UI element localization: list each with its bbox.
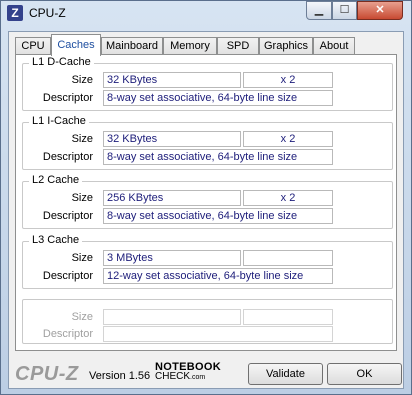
tab-mainboard[interactable]: Mainboard bbox=[101, 37, 163, 55]
l2-size-value: 256 KBytes bbox=[103, 190, 241, 206]
l3-cache-group: L3 Cache Size 3 MBytes Descriptor 12-way… bbox=[22, 234, 393, 289]
l2-cache-title: L2 Cache bbox=[29, 174, 83, 186]
l1d-descriptor-value: 8-way set associative, 64-byte line size bbox=[103, 90, 333, 106]
minimize-button[interactable]: ▁ bbox=[306, 1, 332, 20]
notebookcheck-logo: NOTEBOOK CHECK.com bbox=[155, 362, 221, 383]
tab-about[interactable]: About bbox=[313, 37, 355, 55]
l2-cache-group: L2 Cache Size 256 KBytes x 2 Descriptor … bbox=[22, 174, 393, 229]
empty-descriptor-value bbox=[103, 326, 333, 342]
l1i-size-value: 32 KBytes bbox=[103, 131, 241, 147]
l1d-cache-title: L1 D-Cache bbox=[29, 56, 94, 68]
l1d-cache-group: L1 D-Cache Size 32 KBytes x 2 Descriptor… bbox=[22, 56, 393, 111]
l1i-cache-title: L1 I-Cache bbox=[29, 115, 89, 127]
cpuz-app-icon: Z bbox=[7, 5, 23, 21]
ok-button[interactable]: OK bbox=[327, 363, 402, 385]
l3-descriptor-label: Descriptor bbox=[42, 270, 93, 282]
empty-cache-group: Size Descriptor bbox=[22, 299, 393, 344]
title-bar[interactable]: Z CPU-Z ▁ ☐ ✕ bbox=[1, 1, 411, 25]
l2-descriptor-label: Descriptor bbox=[42, 210, 93, 222]
maximize-button[interactable]: ☐ bbox=[332, 1, 357, 20]
l1i-size-label: Size bbox=[71, 133, 93, 145]
tab-caches[interactable]: Caches bbox=[51, 34, 101, 56]
l3-cache-title: L3 Cache bbox=[29, 234, 83, 246]
l3-count-value bbox=[243, 250, 333, 266]
l1d-descriptor-label: Descriptor bbox=[42, 92, 93, 104]
l1i-descriptor-value: 8-way set associative, 64-byte line size bbox=[103, 149, 333, 165]
l1d-size-value: 32 KBytes bbox=[103, 72, 241, 88]
validate-button[interactable]: Validate bbox=[248, 363, 323, 385]
window-title: CPU-Z bbox=[29, 6, 66, 20]
tab-spd[interactable]: SPD bbox=[217, 37, 259, 55]
l1i-count-value: x 2 bbox=[243, 131, 333, 147]
notebookcheck-logo-suffix: .com bbox=[190, 374, 206, 381]
tab-cpu[interactable]: CPU bbox=[15, 37, 51, 55]
empty-size-value bbox=[103, 309, 241, 325]
tab-memory[interactable]: Memory bbox=[163, 37, 217, 55]
empty-descriptor-label: Descriptor bbox=[42, 328, 93, 340]
close-button[interactable]: ✕ bbox=[357, 1, 403, 20]
caches-panel: L1 D-Cache Size 32 KBytes x 2 Descriptor… bbox=[15, 54, 397, 351]
empty-count-value bbox=[243, 309, 333, 325]
l3-size-value: 3 MBytes bbox=[103, 250, 241, 266]
l2-descriptor-value: 8-way set associative, 64-byte line size bbox=[103, 208, 333, 224]
l1i-cache-group: L1 I-Cache Size 32 KBytes x 2 Descriptor… bbox=[22, 115, 393, 170]
notebookcheck-logo-word: CHECK bbox=[155, 371, 191, 382]
client-area: CPU Caches Mainboard Memory SPD Graphics… bbox=[8, 31, 404, 389]
l2-count-value: x 2 bbox=[243, 190, 333, 206]
l3-size-label: Size bbox=[71, 252, 93, 264]
tab-graphics[interactable]: Graphics bbox=[259, 37, 313, 55]
cpuz-brand-logo: CPU-Z bbox=[15, 363, 79, 385]
l1i-descriptor-label: Descriptor bbox=[42, 151, 93, 163]
l3-descriptor-value: 12-way set associative, 64-byte line siz… bbox=[103, 268, 333, 284]
cpuz-window: Z CPU-Z ▁ ☐ ✕ CPU Caches Mainboard Memor… bbox=[0, 0, 412, 395]
footer-bar: CPU-Z Version 1.56 NOTEBOOK CHECK.com Va… bbox=[9, 358, 405, 388]
l1d-size-label: Size bbox=[71, 74, 93, 86]
empty-size-label: Size bbox=[71, 311, 93, 323]
version-label: Version 1.56 bbox=[89, 370, 151, 382]
notebookcheck-logo-bottom: CHECK.com bbox=[155, 372, 221, 383]
l1d-count-value: x 2 bbox=[243, 72, 333, 88]
l2-size-label: Size bbox=[71, 192, 93, 204]
